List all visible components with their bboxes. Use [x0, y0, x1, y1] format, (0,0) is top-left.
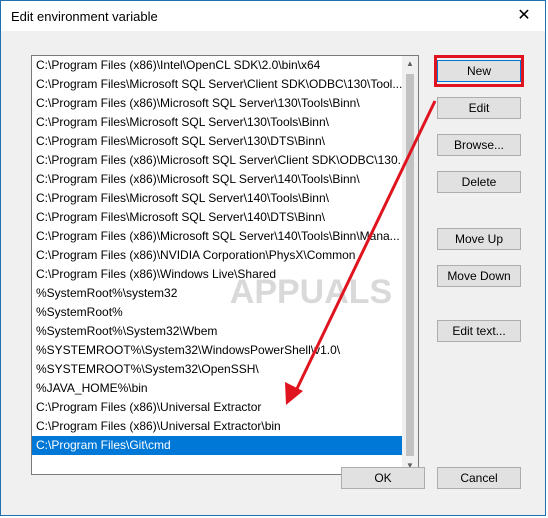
- path-list[interactable]: C:\Program Files (x86)\Intel\OpenCL SDK\…: [31, 55, 419, 475]
- list-item[interactable]: %SYSTEMROOT%\System32\OpenSSH\: [32, 360, 404, 379]
- dialog-content: C:\Program Files (x86)\Intel\OpenCL SDK\…: [1, 31, 545, 515]
- list-item[interactable]: C:\Program Files (x86)\Intel\OpenCL SDK\…: [32, 56, 404, 75]
- list-item[interactable]: C:\Program Files\Microsoft SQL Server\14…: [32, 208, 404, 227]
- list-item[interactable]: C:\Program Files (x86)\Windows Live\Shar…: [32, 265, 404, 284]
- list-item[interactable]: C:\Program Files (x86)\NVIDIA Corporatio…: [32, 246, 404, 265]
- edit-environment-variable-dialog: Edit environment variable ✕ C:\Program F…: [0, 0, 546, 516]
- list-item[interactable]: %JAVA_HOME%\bin: [32, 379, 404, 398]
- list-item[interactable]: %SystemRoot%\system32: [32, 284, 404, 303]
- list-item[interactable]: %SYSTEMROOT%\System32\WindowsPowerShell\…: [32, 341, 404, 360]
- title-bar[interactable]: Edit environment variable ✕: [1, 1, 545, 31]
- list-item[interactable]: C:\Program Files (x86)\Universal Extract…: [32, 417, 404, 436]
- list-item[interactable]: C:\Program Files\Microsoft SQL Server\14…: [32, 189, 404, 208]
- browse-button[interactable]: Browse...: [437, 134, 521, 156]
- cancel-button[interactable]: Cancel: [437, 467, 521, 489]
- delete-button[interactable]: Delete: [437, 171, 521, 193]
- ok-button[interactable]: OK: [341, 467, 425, 489]
- list-item[interactable]: C:\Program Files (x86)\Microsoft SQL Ser…: [32, 94, 404, 113]
- new-button[interactable]: New: [437, 60, 521, 82]
- window-title: Edit environment variable: [11, 9, 158, 24]
- move-up-button[interactable]: Move Up: [437, 228, 521, 250]
- list-item[interactable]: %SystemRoot%\System32\Wbem: [32, 322, 404, 341]
- list-item[interactable]: C:\Program Files (x86)\Microsoft SQL Ser…: [32, 227, 404, 246]
- list-scrollbar[interactable]: ▲ ▼: [402, 56, 418, 474]
- scrollbar-thumb[interactable]: [406, 74, 414, 456]
- list-item[interactable]: C:\Program Files (x86)\Microsoft SQL Ser…: [32, 170, 404, 189]
- list-item[interactable]: C:\Program Files\Microsoft SQL Server\Cl…: [32, 75, 404, 94]
- edit-text-button[interactable]: Edit text...: [437, 320, 521, 342]
- move-down-button[interactable]: Move Down: [437, 265, 521, 287]
- list-item[interactable]: C:\Program Files\Git\cmd: [32, 436, 404, 455]
- list-item[interactable]: C:\Program Files (x86)\Universal Extract…: [32, 398, 404, 417]
- list-item[interactable]: %SystemRoot%: [32, 303, 404, 322]
- list-item[interactable]: C:\Program Files\Microsoft SQL Server\13…: [32, 132, 404, 151]
- list-item[interactable]: C:\Program Files\Microsoft SQL Server\13…: [32, 113, 404, 132]
- list-item[interactable]: C:\Program Files (x86)\Microsoft SQL Ser…: [32, 151, 404, 170]
- close-icon[interactable]: ✕: [511, 5, 537, 27]
- edit-button[interactable]: Edit: [437, 97, 521, 119]
- scroll-up-arrow-icon[interactable]: ▲: [402, 56, 418, 72]
- path-list-items: C:\Program Files (x86)\Intel\OpenCL SDK\…: [32, 56, 404, 474]
